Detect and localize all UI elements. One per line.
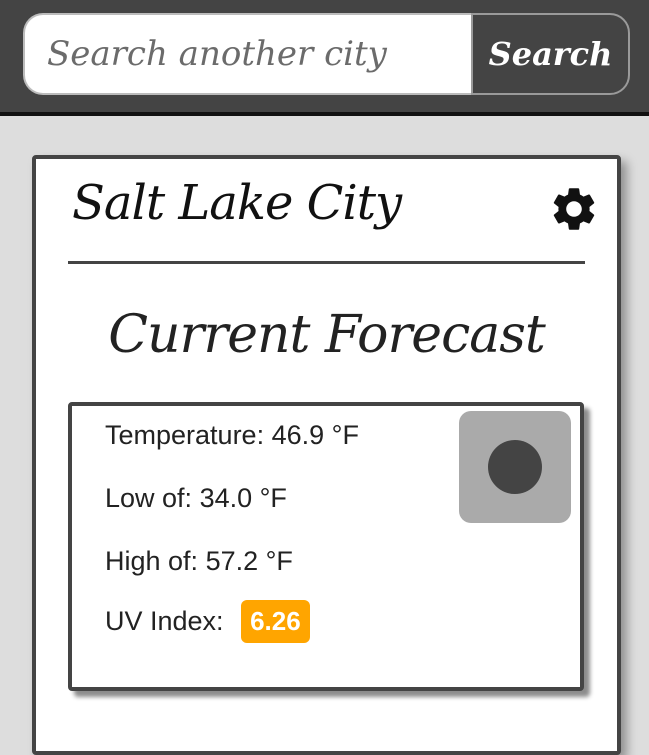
forecast-box: Temperature: 46.9 °F Low of: 34.0 °F Hig… bbox=[68, 402, 584, 691]
search-input[interactable] bbox=[23, 13, 471, 95]
temperature-label: Temperature: bbox=[105, 420, 265, 450]
low-value: 34.0 °F bbox=[199, 483, 287, 513]
uv-label: UV Index: bbox=[105, 606, 224, 636]
weather-condition-icon bbox=[459, 411, 571, 523]
top-bar: Search bbox=[0, 0, 649, 116]
low-row: Low of: 34.0 °F bbox=[105, 483, 287, 514]
uv-row: UV Index: 6.26 bbox=[105, 600, 310, 643]
city-card: Salt Lake City Current Forecast Temperat… bbox=[32, 155, 621, 755]
temperature-row: Temperature: 46.9 °F bbox=[105, 420, 359, 451]
high-value: 57.2 °F bbox=[205, 546, 293, 576]
city-name: Salt Lake City bbox=[72, 175, 402, 231]
low-label: Low of: bbox=[105, 483, 193, 513]
high-row: High of: 57.2 °F bbox=[105, 546, 293, 577]
search-button[interactable]: Search bbox=[471, 13, 630, 95]
weather-dot bbox=[488, 440, 542, 494]
section-title: Current Forecast bbox=[108, 305, 546, 365]
temperature-value: 46.9 °F bbox=[271, 420, 359, 450]
uv-index-badge: 6.26 bbox=[241, 600, 310, 643]
high-label: High of: bbox=[105, 546, 199, 576]
gear-icon[interactable] bbox=[548, 183, 600, 235]
divider bbox=[68, 261, 585, 264]
